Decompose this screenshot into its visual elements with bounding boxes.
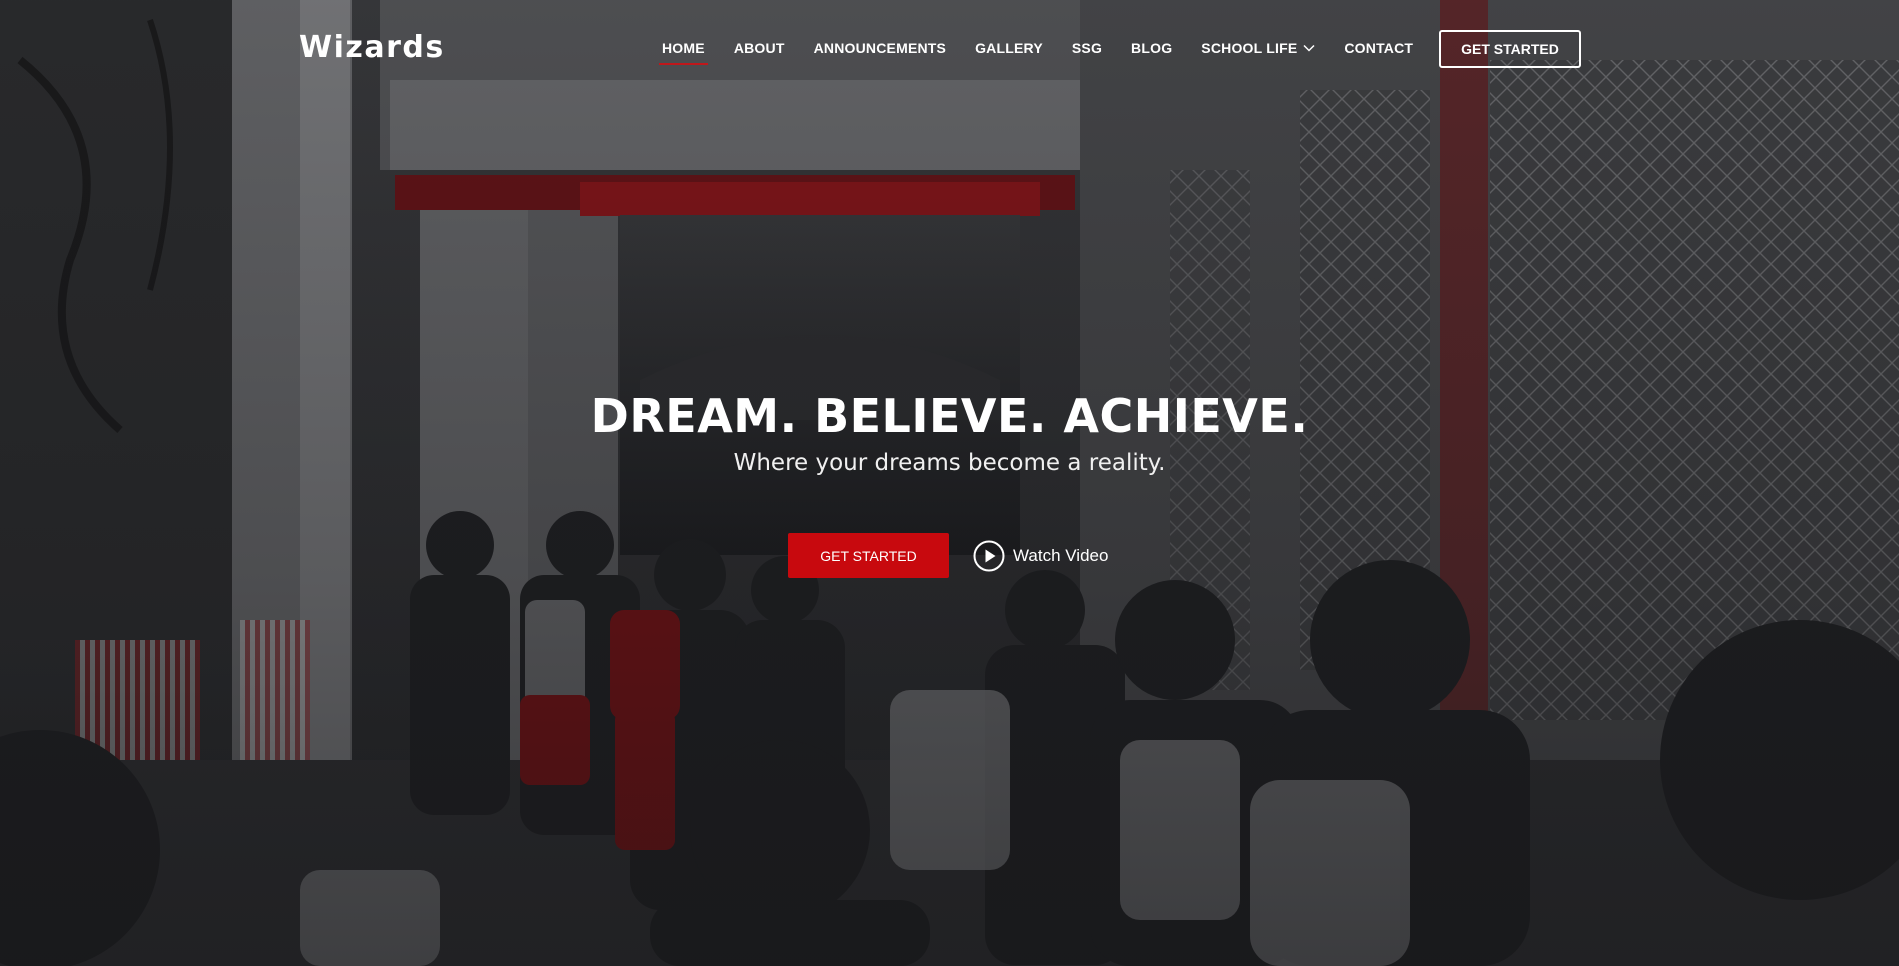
nav-item-about[interactable]: ABOUT bbox=[734, 40, 785, 56]
nav-item-school-life[interactable]: SCHOOL LIFE bbox=[1201, 40, 1315, 56]
hero-content: DREAM. BELIEVE. ACHIEVE. Where your drea… bbox=[0, 386, 1899, 476]
header-get-started-button[interactable]: GET STARTED bbox=[1439, 30, 1581, 68]
hero-title: DREAM. BELIEVE. ACHIEVE. bbox=[590, 389, 1309, 443]
nav-item-ssg[interactable]: SSG bbox=[1072, 40, 1102, 56]
hero-overlay bbox=[0, 0, 1899, 966]
site-header: Wizards HOME ABOUT ANNOUNCEMENTS GALLERY… bbox=[0, 0, 1899, 100]
main-nav: HOME ABOUT ANNOUNCEMENTS GALLERY SSG BLO… bbox=[659, 40, 1442, 65]
watch-video-link[interactable]: Watch Video bbox=[973, 540, 1108, 572]
nav-item-home[interactable]: HOME bbox=[659, 40, 708, 65]
watch-video-label: Watch Video bbox=[1013, 545, 1109, 565]
play-circle-icon bbox=[973, 540, 1005, 571]
nav-item-school-life-label: SCHOOL LIFE bbox=[1201, 40, 1298, 56]
nav-item-contact[interactable]: CONTACT bbox=[1344, 40, 1413, 56]
hero-get-started-button[interactable]: GET STARTED bbox=[788, 533, 949, 578]
site-logo[interactable]: Wizards bbox=[299, 30, 445, 65]
nav-item-blog[interactable]: BLOG bbox=[1131, 40, 1172, 56]
nav-item-gallery[interactable]: GALLERY bbox=[975, 40, 1043, 56]
nav-item-announcements[interactable]: ANNOUNCEMENTS bbox=[814, 40, 947, 56]
hero-subtitle: Where your dreams become a reality. bbox=[733, 450, 1166, 476]
hero-actions: GET STARTED Watch Video bbox=[788, 533, 1108, 578]
chevron-down-icon bbox=[1303, 44, 1315, 52]
hero-section: Wizards HOME ABOUT ANNOUNCEMENTS GALLERY… bbox=[0, 0, 1899, 966]
